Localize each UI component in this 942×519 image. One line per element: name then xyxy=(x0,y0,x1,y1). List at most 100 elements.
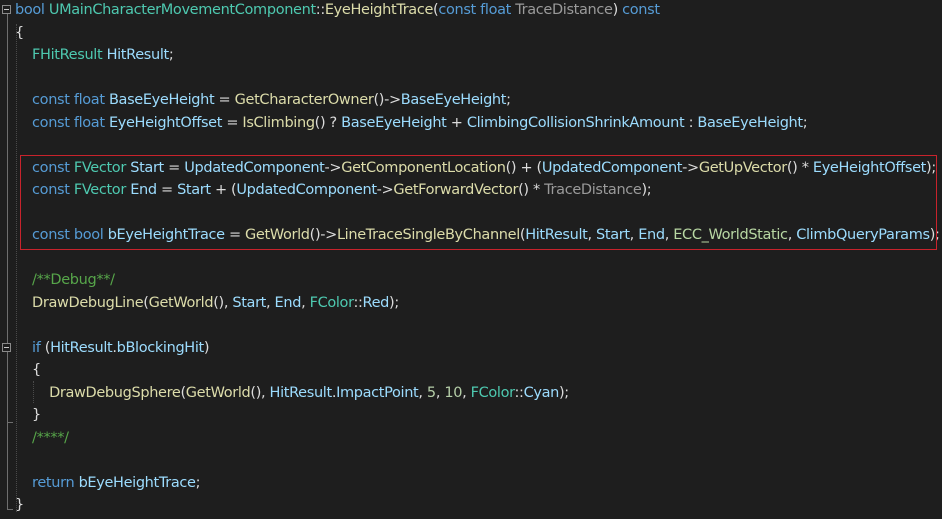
code-token: DrawDebugLine xyxy=(32,294,144,311)
code-token: UpdatedComponent xyxy=(541,159,683,176)
code-token: bool xyxy=(15,2,45,18)
collapse-function-icon[interactable] xyxy=(2,5,11,14)
code-token: Red xyxy=(362,294,390,311)
outline-bar-function xyxy=(7,14,8,510)
code-token: const xyxy=(32,159,70,176)
code-token: ; xyxy=(195,474,201,491)
code-token: :: xyxy=(514,384,524,401)
code-token: float xyxy=(73,114,105,131)
code-token: , xyxy=(664,227,674,243)
outline-end-tick-icon xyxy=(7,509,13,510)
code-token: ) xyxy=(203,339,210,356)
code-line[interactable]: const FVector Start = UpdatedComponent->… xyxy=(15,157,936,180)
code-line[interactable]: DrawDebugLine(GetWorld(), Start, End, FC… xyxy=(15,292,399,315)
code-line[interactable]: /**Debug**/ xyxy=(15,269,115,292)
code-line[interactable]: FHitResult HitResult; xyxy=(15,44,174,67)
code-token: ) xyxy=(612,2,623,18)
code-token: ; xyxy=(506,92,511,108)
code-line[interactable]: DrawDebugSphere(GetWorld(), HitResult.Im… xyxy=(15,382,569,405)
code-token: UMainCharacterMovementComponent xyxy=(48,2,316,18)
code-token: IsClimbing xyxy=(242,114,315,131)
code-token: = xyxy=(163,159,185,176)
code-line[interactable]: const bool bEyeHeightTrace = GetWorld()-… xyxy=(15,224,940,247)
code-token: TraceDistance xyxy=(515,2,613,18)
code-token: , xyxy=(266,294,275,311)
collapse-if-block-icon[interactable] xyxy=(2,343,11,352)
code-token: ECC_WorldStatic xyxy=(673,227,788,243)
code-line[interactable]: const FVector End = Start + (UpdatedComp… xyxy=(15,179,652,202)
code-token: FColor xyxy=(470,384,515,401)
code-line[interactable]: { xyxy=(15,359,41,382)
code-token: BaseEyeHeight xyxy=(400,92,507,108)
code-line[interactable]: const float EyeHeightOffset = IsClimbing… xyxy=(15,112,808,135)
code-token: + xyxy=(446,114,467,131)
code-token: (), xyxy=(250,384,270,401)
code-line[interactable]: bool UMainCharacterMovementComponent::Ey… xyxy=(15,0,660,22)
code-token: Start xyxy=(177,182,211,198)
code-token: :: xyxy=(353,294,363,311)
code-token: bEyeHeightTrace xyxy=(78,474,196,491)
code-token: , xyxy=(587,227,596,243)
code-line[interactable]: /****/ xyxy=(15,427,69,450)
code-token: LineTraceSingleByChannel xyxy=(336,227,520,243)
code-line[interactable]: } xyxy=(15,494,24,517)
code-token: ImpactPoint xyxy=(336,384,419,401)
code-token: UpdatedComponent xyxy=(184,159,325,176)
code-token: FVector xyxy=(73,182,126,198)
code-token: Start xyxy=(130,159,164,176)
code-token: 10 xyxy=(444,384,463,401)
code-token: -> xyxy=(324,159,342,176)
code-token: -> xyxy=(682,159,699,176)
code-line[interactable]: if (HitResult.bBlockingHit) xyxy=(15,337,210,360)
code-line[interactable]: const float BaseEyeHeight = GetCharacter… xyxy=(15,89,511,112)
code-token: return xyxy=(32,474,75,491)
code-token: GetWorld xyxy=(245,227,310,243)
code-token: ); xyxy=(558,384,569,401)
code-token: bBlockingHit xyxy=(116,339,205,356)
code-token: = xyxy=(222,114,243,131)
code-line[interactable]: return bEyeHeightTrace; xyxy=(15,472,200,495)
code-token: , xyxy=(462,384,471,401)
code-token: DrawDebugSphere xyxy=(49,384,181,401)
code-token: ClimbingCollisionShrinkAmount xyxy=(466,114,685,131)
code-token: } xyxy=(15,497,24,513)
code-token: GetForwardVector xyxy=(393,182,519,198)
code-token: const xyxy=(32,114,70,131)
code-token: { xyxy=(15,24,24,41)
code-line[interactable]: } xyxy=(15,404,41,427)
code-token: GetComponentLocation xyxy=(341,159,506,176)
code-token: = xyxy=(224,227,246,243)
code-token: HitResult xyxy=(106,47,170,63)
code-token: , xyxy=(787,227,797,243)
code-token: ; xyxy=(168,47,174,63)
code-token: () + ( xyxy=(505,159,543,176)
code-token: HitResult xyxy=(525,227,588,243)
code-token: UpdatedComponent xyxy=(236,182,377,198)
code-token: ); xyxy=(929,227,940,243)
code-token: ( xyxy=(40,339,51,356)
code-token: const xyxy=(32,92,70,108)
code-line[interactable]: { xyxy=(15,22,24,45)
outline-end-tick-icon xyxy=(7,422,13,423)
code-token: float xyxy=(480,2,511,18)
code-token: const xyxy=(32,227,70,243)
code-editor[interactable]: bool UMainCharacterMovementComponent::Ey… xyxy=(0,0,942,519)
code-token: = xyxy=(214,92,235,108)
code-token: const xyxy=(622,2,660,18)
code-token: () * xyxy=(786,159,813,176)
code-token: HitResult xyxy=(269,384,333,401)
code-token: FHitResult xyxy=(32,47,103,63)
code-token: ); xyxy=(926,159,936,176)
code-token: ); xyxy=(641,182,652,198)
code-token: () * xyxy=(518,182,545,198)
code-token: End xyxy=(638,227,665,243)
